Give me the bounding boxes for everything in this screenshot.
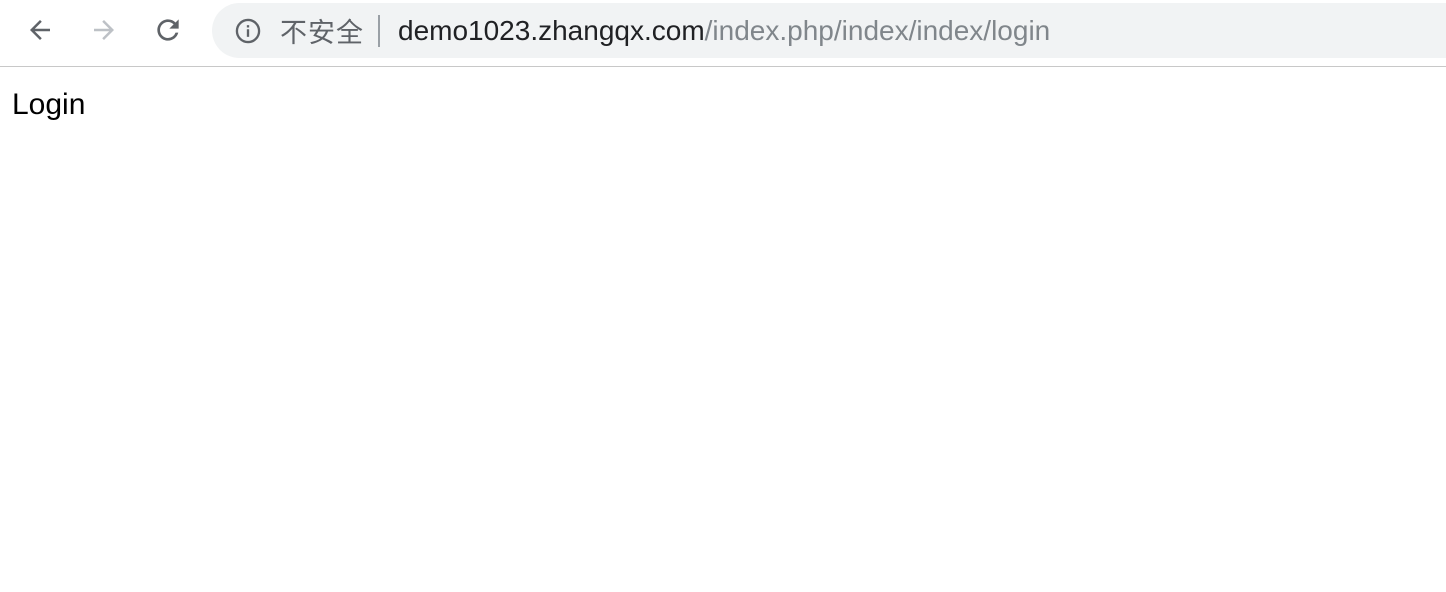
back-button[interactable] [20, 10, 60, 50]
url-text[interactable]: demo1023.zhangqx.com/index.php/index/ind… [398, 15, 1050, 47]
browser-toolbar: 不安全 demo1023.zhangqx.com/index.php/index… [0, 0, 1446, 67]
login-text: Login [12, 88, 86, 121]
reload-button[interactable] [148, 10, 188, 50]
url-host: demo1023.zhangqx.com [398, 14, 705, 46]
reload-icon [157, 19, 179, 41]
info-icon[interactable] [234, 17, 262, 45]
address-bar[interactable]: 不安全 demo1023.zhangqx.com/index.php/index… [212, 3, 1446, 58]
forward-button[interactable] [84, 10, 124, 50]
security-status-label[interactable]: 不安全 [280, 11, 364, 50]
forward-arrow-icon [94, 20, 114, 40]
url-path: /index.php/index/index/login [704, 14, 1051, 46]
page-content: Login [12, 88, 85, 122]
back-arrow-icon [30, 20, 50, 40]
omnibox-divider [378, 14, 380, 47]
